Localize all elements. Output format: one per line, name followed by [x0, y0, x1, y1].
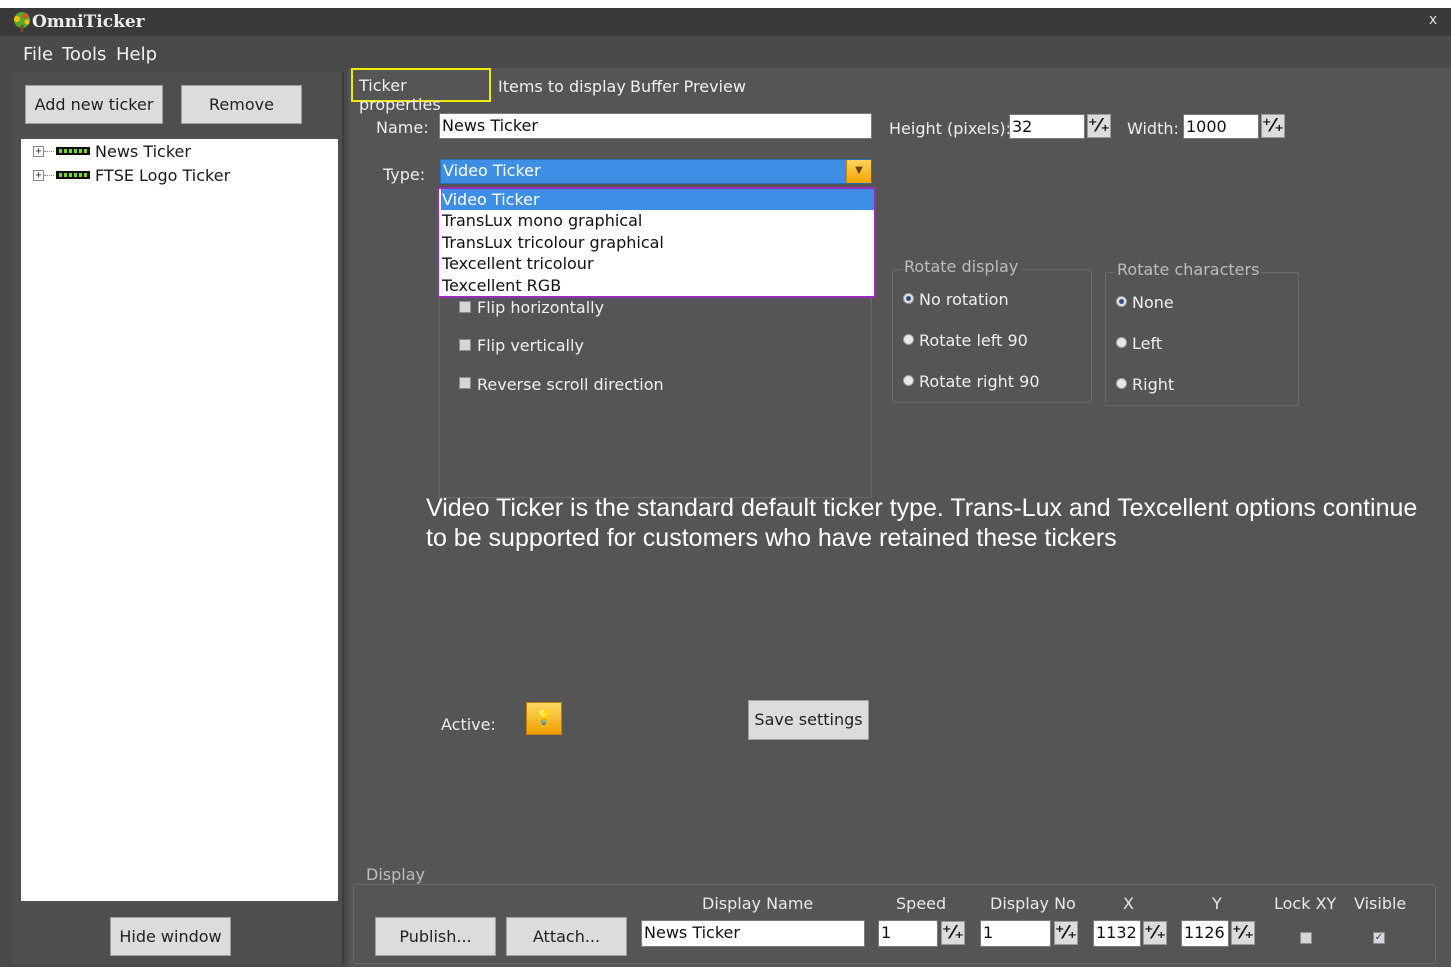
type-option-translux-mono[interactable]: TransLux mono graphical	[441, 210, 874, 231]
expand-icon[interactable]: +	[33, 145, 44, 157]
remove-ticker-button[interactable]: Remove	[181, 85, 302, 124]
attach-button[interactable]: Attach...	[506, 917, 627, 956]
tree-item-label: News Ticker	[95, 141, 191, 161]
width-label: Width:	[1127, 119, 1179, 138]
menu-tools[interactable]: Tools	[62, 44, 106, 65]
tab-ticker-properties[interactable]: Ticker properties	[351, 68, 491, 114]
ticker-led-icon	[56, 171, 90, 179]
reverse-scroll-label: Reverse scroll direction	[477, 375, 664, 394]
rotate-left-radio[interactable]	[903, 334, 914, 345]
rotate-right-label: Rotate right 90	[919, 372, 1040, 391]
x-spinner-icon[interactable]: ⁺⁄₊	[1143, 921, 1167, 945]
no-rotation-label: No rotation	[919, 290, 1009, 309]
display-name-input[interactable]: News Ticker	[641, 920, 865, 947]
type-option-translux-tricolour[interactable]: TransLux tricolour graphical	[441, 232, 874, 253]
tree-item-ftse-logo-ticker[interactable]: + FTSE Logo Ticker	[33, 165, 230, 185]
height-label: Height (pixels):	[889, 119, 1012, 138]
menu-file[interactable]: File	[23, 44, 53, 65]
display-no-input[interactable]: 1	[980, 920, 1051, 947]
col-x: X	[1123, 894, 1134, 913]
rotate-chars-right-label: Right	[1132, 375, 1175, 394]
rotate-chars-none-label: None	[1132, 293, 1174, 312]
rotate-chars-left-label: Left	[1132, 334, 1163, 353]
tree-item-news-ticker[interactable]: + News Ticker	[33, 141, 191, 161]
type-select[interactable]: Video Ticker	[440, 159, 872, 184]
speed-input[interactable]: 1	[878, 920, 938, 947]
tab-buffer-preview[interactable]: Buffer Preview	[630, 77, 746, 96]
rotate-characters-title: Rotate characters	[1115, 260, 1262, 279]
type-option-texcellent-rgb[interactable]: Texcellent RGB	[441, 275, 874, 296]
width-spinner-icon[interactable]: ⁺⁄₊	[1261, 114, 1285, 138]
ticker-tree: + News Ticker + FTSE Logo Ticker	[21, 139, 338, 901]
display-group-title: Display	[364, 865, 427, 884]
height-spinner-icon[interactable]: ⁺⁄₊	[1087, 114, 1111, 138]
lightbulb-icon[interactable]: 💡	[526, 702, 562, 735]
lock-xy-checkbox[interactable]	[1300, 932, 1312, 944]
type-label: Type:	[383, 165, 426, 184]
app-title: OmniTicker	[32, 12, 145, 32]
col-visible: Visible	[1354, 894, 1407, 913]
rotate-left-label: Rotate left 90	[919, 331, 1028, 350]
chevron-down-icon[interactable]: ▼	[846, 160, 871, 183]
menu-help[interactable]: Help	[116, 44, 157, 65]
flip-vertical-checkbox[interactable]	[459, 339, 471, 351]
omniticker-tree-logo-icon	[14, 12, 30, 32]
display-no-spinner-icon[interactable]: ⁺⁄₊	[1054, 921, 1078, 945]
name-input[interactable]: News Ticker	[439, 113, 872, 139]
flip-horizontal-label: Flip horizontally	[477, 298, 605, 317]
flip-horizontal-checkbox[interactable]	[459, 301, 471, 313]
active-label: Active:	[441, 715, 496, 734]
tree-connector	[44, 174, 54, 176]
col-speed: Speed	[896, 894, 947, 913]
tree-connector	[44, 150, 54, 152]
ticker-led-icon	[56, 147, 90, 155]
add-ticker-button[interactable]: Add new ticker	[25, 85, 163, 124]
type-option-video-ticker[interactable]: Video Ticker	[441, 189, 874, 210]
rotate-chars-right-radio[interactable]	[1116, 378, 1127, 389]
speed-spinner-icon[interactable]: ⁺⁄₊	[941, 921, 965, 945]
hide-window-button[interactable]: Hide window	[110, 917, 231, 956]
col-display-no: Display No	[990, 894, 1076, 913]
y-spinner-icon[interactable]: ⁺⁄₊	[1231, 921, 1255, 945]
expand-icon[interactable]: +	[33, 169, 44, 181]
reverse-scroll-checkbox[interactable]	[459, 377, 471, 389]
width-input[interactable]: 1000	[1183, 114, 1259, 139]
rotate-chars-left-radio[interactable]	[1116, 337, 1127, 348]
ticker-type-info-text: Video Ticker is the standard default tic…	[426, 494, 1418, 552]
rotate-display-title: Rotate display	[902, 257, 1021, 276]
rotate-right-radio[interactable]	[903, 375, 914, 386]
col-display-name: Display Name	[702, 894, 814, 913]
rotate-chars-none-radio[interactable]	[1116, 296, 1127, 307]
tree-item-label: FTSE Logo Ticker	[95, 165, 231, 185]
tab-items-to-display[interactable]: Items to display	[498, 77, 626, 96]
name-label: Name:	[376, 118, 429, 137]
y-input[interactable]: 1126	[1181, 920, 1229, 947]
x-input[interactable]: 1132	[1093, 920, 1141, 947]
col-y: Y	[1212, 894, 1222, 913]
title-bar[interactable]	[0, 8, 1451, 36]
no-rotation-radio[interactable]	[903, 293, 914, 304]
save-settings-button[interactable]: Save settings	[748, 700, 869, 740]
col-lock-xy: Lock XY	[1274, 894, 1337, 913]
flip-vertical-label: Flip vertically	[477, 336, 584, 355]
type-dropdown-list: Video Ticker TransLux mono graphical Tra…	[437, 187, 876, 298]
type-option-texcellent-tricolour[interactable]: Texcellent tricolour	[441, 253, 874, 274]
height-input[interactable]: 32	[1009, 114, 1085, 139]
visible-checkbox[interactable]	[1373, 932, 1385, 944]
publish-button[interactable]: Publish...	[375, 917, 496, 956]
close-button[interactable]: x	[1426, 12, 1440, 30]
